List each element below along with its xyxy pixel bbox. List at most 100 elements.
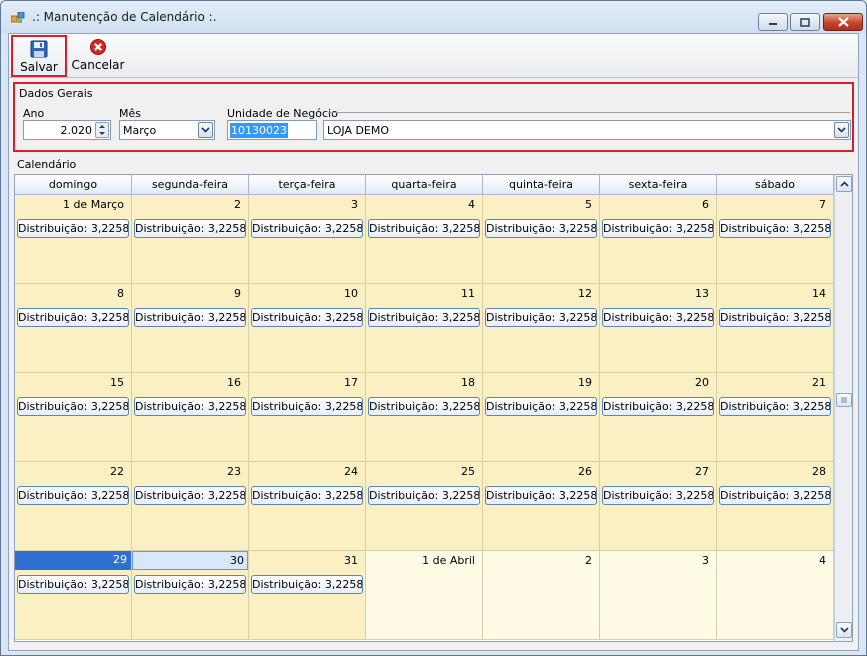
scroll-down-button[interactable] — [836, 622, 852, 638]
calendar-day-cell[interactable]: 1 de Março Distribuição: 3,2258% — [15, 195, 132, 284]
distribution-appointment[interactable]: Distribuição: 3,2258% — [17, 575, 129, 594]
calendar-day-cell[interactable]: 8 Distribuição: 3,2258% — [15, 284, 132, 373]
calendar-day-cell[interactable]: 3 Distribuição: 3,2258% — [249, 195, 366, 284]
calendar-day-cell[interactable]: 14 Distribuição: 3,2258% — [717, 284, 834, 373]
distribution-appointment[interactable]: Distribuição: 3,2258% — [485, 219, 597, 238]
day-number: 22 — [110, 465, 124, 478]
calendar-day-cell[interactable]: 22 Distribuição: 3,2258% — [15, 462, 132, 551]
distribution-appointment[interactable]: Distribuição: 3,2258% — [17, 219, 129, 238]
app-icon — [11, 12, 25, 23]
distribution-appointment[interactable]: Distribuição: 3,2258% — [17, 486, 129, 505]
distribution-appointment[interactable]: Distribuição: 3,2258% — [368, 219, 480, 238]
calendar-day-cell[interactable]: 7 Distribuição: 3,2258% — [717, 195, 834, 284]
weekday-header: sábado — [717, 175, 834, 195]
calendar-day-cell[interactable]: 4 — [717, 551, 834, 640]
distribution-appointment[interactable]: Distribuição: 3,2258% — [251, 575, 363, 594]
mes-dropdown-button[interactable] — [198, 122, 213, 138]
scroll-thumb[interactable] — [836, 393, 852, 407]
day-number: 15 — [110, 376, 124, 389]
distribution-appointment[interactable]: Distribuição: 3,2258% — [368, 308, 480, 327]
distribution-appointment[interactable]: Distribuição: 3,2258% — [251, 308, 363, 327]
calendar-day-cell[interactable]: 2 — [483, 551, 600, 640]
distribution-appointment[interactable]: Distribuição: 3,2258% — [602, 308, 714, 327]
calendar-day-cell[interactable]: 4 Distribuição: 3,2258% — [366, 195, 483, 284]
calendar-day-cell[interactable]: 2 Distribuição: 3,2258% — [132, 195, 249, 284]
mes-combo[interactable]: Março — [119, 120, 215, 140]
calendar-day-cell[interactable]: 26 Distribuição: 3,2258% — [483, 462, 600, 551]
day-number: 4 — [468, 198, 475, 211]
day-number: 11 — [461, 287, 475, 300]
distribution-appointment[interactable]: Distribuição: 3,2258% — [134, 219, 246, 238]
distribution-appointment[interactable]: Distribuição: 3,2258% — [368, 486, 480, 505]
mes-label: Mês — [119, 107, 141, 120]
unidade-code-input[interactable]: 10130023 — [227, 120, 317, 140]
spin-arrows-icon — [99, 125, 105, 135]
calendar-day-cell[interactable]: 20 Distribuição: 3,2258% — [600, 373, 717, 462]
minimize-button[interactable] — [758, 13, 788, 31]
close-button[interactable] — [823, 13, 863, 31]
maximize-button[interactable] — [790, 13, 820, 31]
distribution-appointment[interactable]: Distribuição: 3,2258% — [485, 397, 597, 416]
calendar-day-cell[interactable]: 29 Distribuição: 3,2258% — [15, 551, 132, 640]
calendar-day-cell[interactable]: 24 Distribuição: 3,2258% — [249, 462, 366, 551]
unidade-dropdown-button[interactable] — [834, 122, 849, 138]
distribution-appointment[interactable]: Distribuição: 3,2258% — [602, 397, 714, 416]
dados-gerais-legend: Dados Gerais — [19, 87, 93, 100]
calendar-day-cell[interactable]: 28 Distribuição: 3,2258% — [717, 462, 834, 551]
calendar-day-cell[interactable]: 15 Distribuição: 3,2258% — [15, 373, 132, 462]
calendar-day-cell[interactable]: 1 de Abril — [366, 551, 483, 640]
distribution-appointment[interactable]: Distribuição: 3,2258% — [251, 486, 363, 505]
distribution-appointment[interactable]: Distribuição: 3,2258% — [17, 308, 129, 327]
calendar-day-cell[interactable]: 27 Distribuição: 3,2258% — [600, 462, 717, 551]
distribution-appointment[interactable]: Distribuição: 3,2258% — [251, 397, 363, 416]
ano-spinner[interactable]: 2.020 — [23, 120, 111, 140]
calendar-day-cell[interactable]: 10 Distribuição: 3,2258% — [249, 284, 366, 373]
distribution-appointment[interactable]: Distribuição: 3,2258% — [719, 486, 831, 505]
calendar-day-cell[interactable]: 23 Distribuição: 3,2258% — [132, 462, 249, 551]
unidade-code-value: 10130023 — [230, 123, 288, 138]
calendar-day-cell[interactable]: 5 Distribuição: 3,2258% — [483, 195, 600, 284]
distribution-appointment[interactable]: Distribuição: 3,2258% — [485, 308, 597, 327]
calendar-day-cell[interactable]: 25 Distribuição: 3,2258% — [366, 462, 483, 551]
distribution-appointment[interactable]: Distribuição: 3,2258% — [485, 486, 597, 505]
calendar-day-cell[interactable]: 3 — [600, 551, 717, 640]
unidade-combo[interactable]: LOJA DEMO — [323, 120, 851, 140]
distribution-appointment[interactable]: Distribuição: 3,2258% — [134, 308, 246, 327]
calendar-day-cell[interactable]: 11 Distribuição: 3,2258% — [366, 284, 483, 373]
day-number: 7 — [819, 198, 826, 211]
distribution-appointment[interactable]: Distribuição: 3,2258% — [719, 397, 831, 416]
distribution-appointment[interactable]: Distribuição: 3,2258% — [251, 219, 363, 238]
title-bar[interactable]: .: Manutenção de Calendário :. — [1, 1, 866, 33]
calendar-day-cell[interactable]: 6 Distribuição: 3,2258% — [600, 195, 717, 284]
calendar-day-cell[interactable]: 21 Distribuição: 3,2258% — [717, 373, 834, 462]
calendar-day-cell[interactable]: 9 Distribuição: 3,2258% — [132, 284, 249, 373]
calendar-day-cell[interactable]: 16 Distribuição: 3,2258% — [132, 373, 249, 462]
distribution-appointment[interactable]: Distribuição: 3,2258% — [134, 397, 246, 416]
save-button[interactable]: Salvar — [11, 35, 67, 77]
calendar-day-cell[interactable]: 12 Distribuição: 3,2258% — [483, 284, 600, 373]
calendar-day-cell[interactable]: 13 Distribuição: 3,2258% — [600, 284, 717, 373]
floppy-disk-icon — [30, 40, 48, 58]
distribution-appointment[interactable]: Distribuição: 3,2258% — [134, 486, 246, 505]
ano-value: 2.020 — [60, 124, 93, 137]
calendar-day-cell[interactable]: 31 Distribuição: 3,2258% — [249, 551, 366, 640]
distribution-appointment[interactable]: Distribuição: 3,2258% — [134, 575, 246, 594]
distribution-appointment[interactable]: Distribuição: 3,2258% — [602, 219, 714, 238]
chevron-up-icon — [839, 181, 849, 187]
distribution-appointment[interactable]: Distribuição: 3,2258% — [17, 397, 129, 416]
distribution-appointment[interactable]: Distribuição: 3,2258% — [719, 308, 831, 327]
calendar-scrollbar[interactable] — [834, 175, 852, 641]
distribution-appointment[interactable]: Distribuição: 3,2258% — [719, 219, 831, 238]
calendar-day-cell[interactable]: 17 Distribuição: 3,2258% — [249, 373, 366, 462]
distribution-appointment[interactable]: Distribuição: 3,2258% — [368, 397, 480, 416]
scroll-up-button[interactable] — [836, 176, 852, 192]
day-number: 1 de Março — [62, 198, 124, 211]
cancel-button[interactable]: Cancelar — [71, 35, 125, 77]
mes-value: Março — [123, 124, 157, 137]
calendar-day-cell[interactable]: 19 Distribuição: 3,2258% — [483, 373, 600, 462]
calendar-day-cell[interactable]: 30 Distribuição: 3,2258% — [132, 551, 249, 640]
calendar-day-cell[interactable]: 18 Distribuição: 3,2258% — [366, 373, 483, 462]
distribution-appointment[interactable]: Distribuição: 3,2258% — [602, 486, 714, 505]
ano-spin-buttons[interactable] — [95, 122, 109, 138]
toolbar: Salvar Cancelar — [9, 34, 858, 78]
